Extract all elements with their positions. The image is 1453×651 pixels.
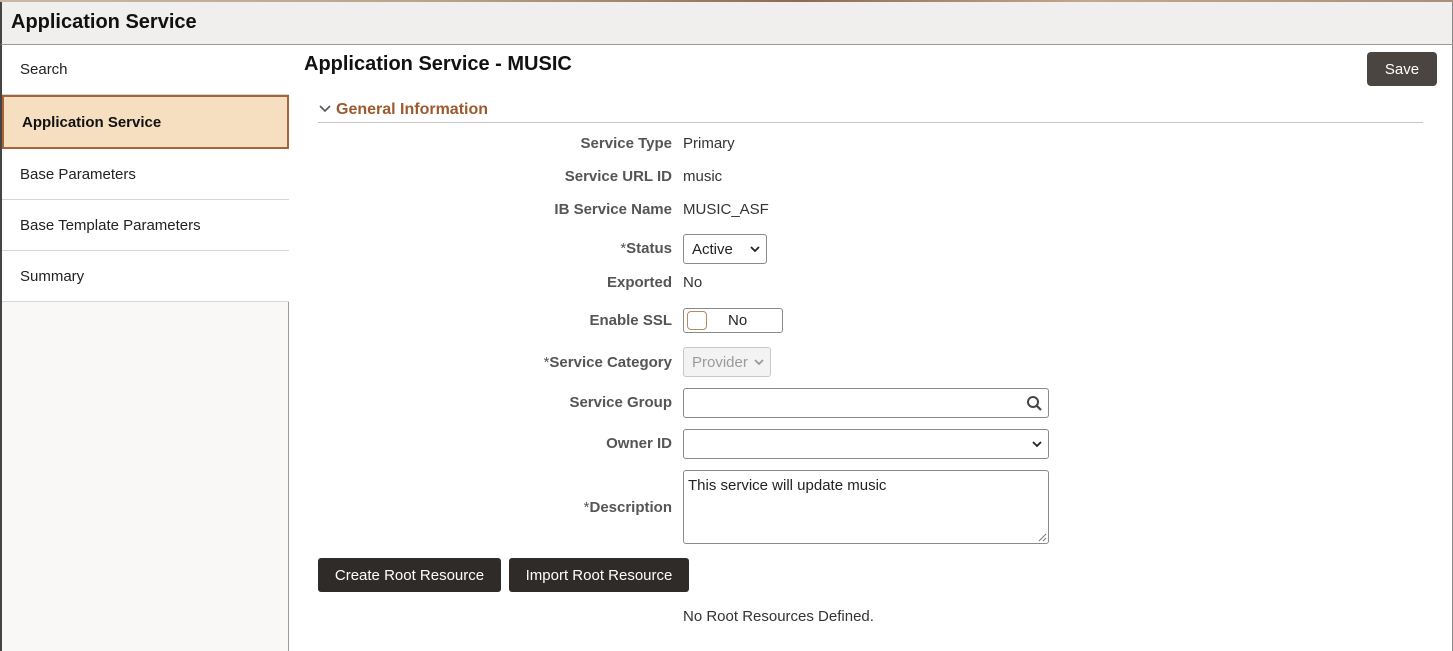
sidebar-item-application-service[interactable]: Application Service xyxy=(2,95,289,149)
service-category-label: *Service Category xyxy=(290,354,672,371)
enable-ssl-toggle[interactable]: No xyxy=(683,308,783,333)
sidebar-item-label: Summary xyxy=(20,267,85,285)
search-icon[interactable] xyxy=(1026,395,1043,412)
status-select[interactable]: Active xyxy=(683,234,767,264)
status-selected-value: Active xyxy=(692,240,733,258)
service-type-label: Service Type xyxy=(580,135,672,152)
section-title: General Information xyxy=(336,101,489,118)
owner-id-select[interactable] xyxy=(683,429,1049,459)
sidebar-item-label: Base Template Parameters xyxy=(20,216,201,234)
create-root-resource-button[interactable]: Create Root Resource xyxy=(318,558,501,592)
toggle-state-text: No xyxy=(728,312,748,329)
service-type-value: Primary xyxy=(683,135,735,152)
import-root-resource-button[interactable]: Import Root Resource xyxy=(509,558,689,592)
service-category-selected-value: Provider xyxy=(692,353,748,371)
app-title: Application Service xyxy=(11,11,197,33)
ib-service-name-label: IB Service Name xyxy=(554,201,672,218)
exported-value: No xyxy=(683,274,703,291)
description-label: *Description xyxy=(290,499,672,516)
chevron-down-icon xyxy=(1032,441,1042,448)
general-information-section-header[interactable]: General Information xyxy=(318,99,1423,123)
sidebar-item-label: Application Service xyxy=(22,113,162,131)
resize-grip-icon[interactable] xyxy=(1038,533,1047,542)
description-label-text: Description xyxy=(589,499,672,516)
description-text: This service will update music xyxy=(688,477,887,494)
ib-service-name-value: MUSIC_ASF xyxy=(683,201,769,218)
sidebar-item-base-parameters[interactable]: Base Parameters xyxy=(2,149,289,200)
owner-id-label: Owner ID xyxy=(606,435,672,452)
toggle-knob xyxy=(687,311,707,330)
status-label-text: Status xyxy=(626,240,672,257)
sidebar-item-summary[interactable]: Summary xyxy=(2,251,289,302)
sidebar: Search Application Service Base Paramete… xyxy=(0,45,289,651)
service-url-id-label: Service URL ID xyxy=(564,168,672,185)
service-category-select: Provider xyxy=(683,347,771,377)
sidebar-item-search[interactable]: Search xyxy=(2,45,289,95)
chevron-down-icon xyxy=(319,105,331,113)
enable-ssl-label: Enable SSL xyxy=(589,312,672,329)
description-textarea[interactable]: This service will update music xyxy=(683,470,1049,544)
service-group-label: Service Group xyxy=(569,394,672,411)
exported-label: Exported xyxy=(606,274,672,291)
sidebar-item-label: Search xyxy=(20,61,68,78)
service-url-id-value: music xyxy=(683,168,723,185)
chevron-down-icon xyxy=(750,246,760,253)
chevron-down-icon xyxy=(754,359,764,366)
main-content: Application Service - MUSIC Save General… xyxy=(290,45,1453,651)
sidebar-item-base-template-parameters[interactable]: Base Template Parameters xyxy=(2,200,289,251)
no-root-resources-message: No Root Resources Defined. xyxy=(683,608,874,625)
service-group-input[interactable] xyxy=(683,388,1049,418)
sidebar-item-label: Base Parameters xyxy=(20,165,136,183)
page-title: Application Service - MUSIC xyxy=(304,53,572,75)
save-button[interactable]: Save xyxy=(1367,52,1437,86)
page-header: Application Service xyxy=(0,2,1453,45)
service-category-label-text: Service Category xyxy=(549,354,672,371)
status-label: *Status xyxy=(290,240,672,257)
